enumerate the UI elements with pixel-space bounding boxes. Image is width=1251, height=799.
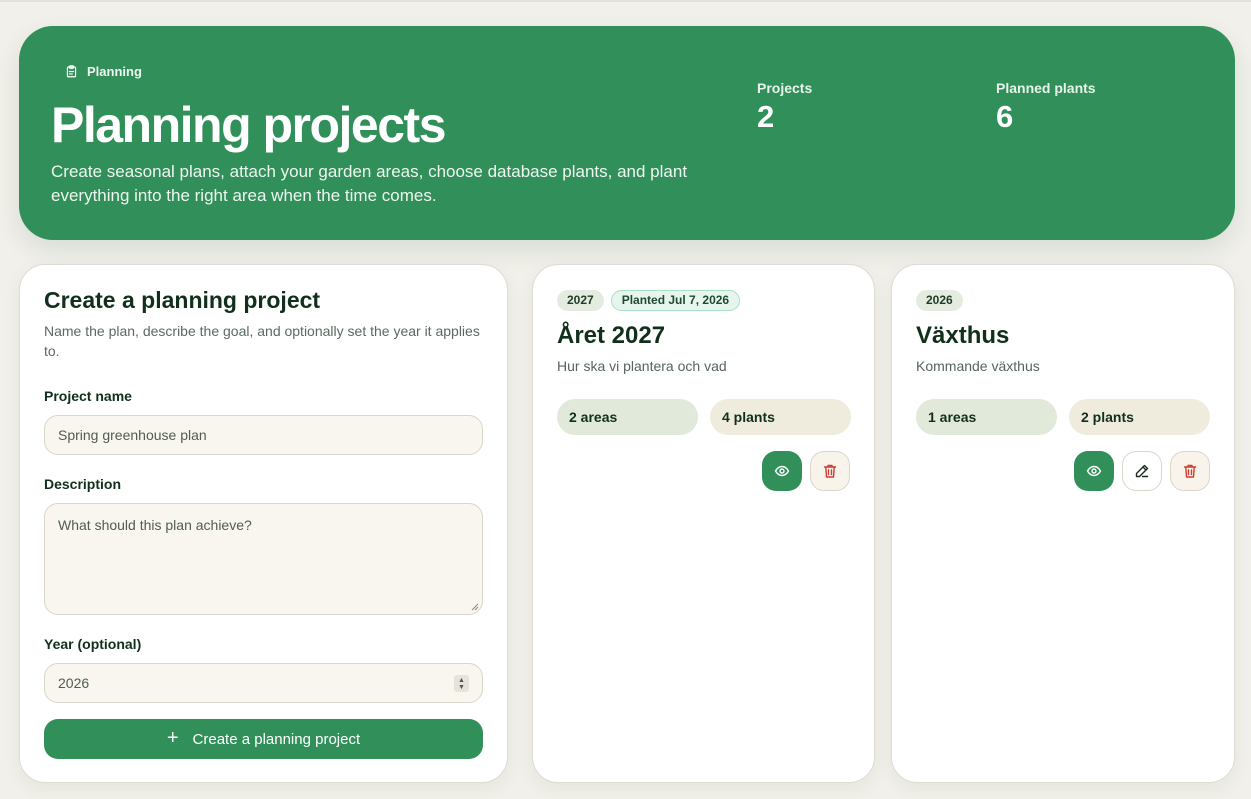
project-card: 2027 Planted Jul 7, 2026 Året 2027 Hur s… [532,264,875,783]
planning-badge-label: Planning [87,64,142,79]
project-card: 2026 Växthus Kommande växthus 1 areas 2 … [891,264,1235,783]
top-divider [0,0,1251,2]
stat-planned-plants-value: 6 [996,99,1014,134]
stat-planned-plants: Planned plants 6 [996,80,1096,135]
areas-count: 2 areas [557,399,698,435]
page-description: Create seasonal plans, attach your garde… [51,162,688,205]
create-project-card: Create a planning project Name the plan,… [19,264,508,783]
description-textarea[interactable]: What should this plan achieve? [44,503,483,615]
year-input[interactable]: 2026 ▲ ▼ [44,663,483,703]
view-project-button[interactable] [1074,451,1114,491]
project-title: Växthus [916,322,1010,349]
view-project-button[interactable] [762,451,802,491]
areas-count: 1 areas [916,399,1057,435]
year-stepper-icon[interactable]: ▲ ▼ [454,675,469,692]
year-value: 2026 [58,675,90,691]
delete-project-button[interactable] [1170,451,1210,491]
create-project-button[interactable]: + Create a planning project [44,719,483,759]
stat-projects: Projects 2 [757,80,812,135]
resize-handle-icon[interactable] [471,603,479,611]
planted-chip: Planted Jul 7, 2026 [610,290,741,311]
project-chips: 2027 Planted Jul 7, 2026 [557,290,741,311]
hero-banner: Planning Planning projects Create season… [19,26,1235,240]
plants-count: 2 plants [1069,399,1210,435]
description-placeholder: What should this plan achieve? [58,517,252,533]
planning-badge: Planning [65,64,142,79]
clipboard-icon [66,65,77,78]
year-label: Year (optional) [44,636,142,652]
eye-icon [1086,465,1102,477]
year-chip: 2027 [557,290,604,311]
project-name-input[interactable]: Spring greenhouse plan [44,415,483,455]
plants-count: 4 plants [710,399,851,435]
description-label: Description [44,476,122,492]
stat-projects-label: Projects [757,80,813,96]
delete-project-button[interactable] [810,451,850,491]
form-subtitle: Name the plan, describe the goal, and op… [44,323,480,359]
pencil-icon [1135,464,1149,478]
trash-icon [823,464,837,478]
edit-project-button[interactable] [1122,451,1162,491]
page-title: Planning projects [51,97,447,153]
project-description: Kommande växthus [916,358,1040,374]
project-description: Hur ska vi plantera och vad [557,358,727,374]
project-name-label: Project name [44,388,132,404]
year-chip: 2026 [916,290,963,311]
create-project-button-label: Create a planning project [192,730,361,748]
trash-icon [1183,464,1197,478]
stat-planned-plants-label: Planned plants [996,80,1096,96]
form-title: Create a planning project [44,287,321,313]
plus-icon: + [166,727,179,749]
project-title: Året 2027 [557,322,666,349]
eye-icon [774,465,790,477]
project-chips: 2026 [916,290,963,311]
stat-projects-value: 2 [757,99,775,134]
